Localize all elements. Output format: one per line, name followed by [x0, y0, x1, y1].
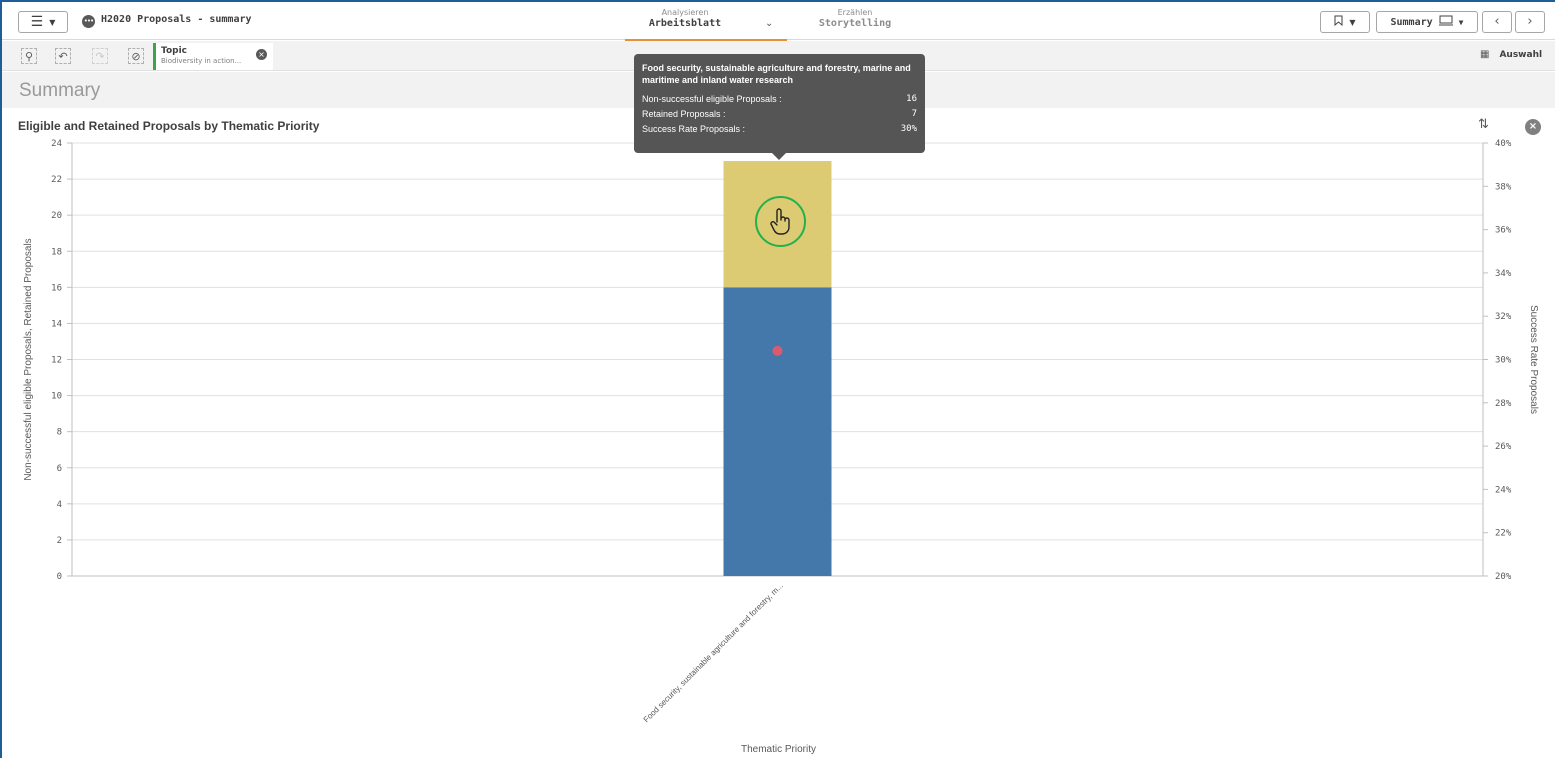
- y2-tick-label: 38%: [1495, 182, 1512, 192]
- y2-tick-label: 28%: [1495, 399, 1512, 409]
- y-tick-label: 4: [57, 500, 62, 510]
- bar-non-successful: [723, 287, 832, 576]
- y-tick-label: 24: [51, 139, 62, 149]
- y2-tick-label: 20%: [1495, 572, 1512, 582]
- tooltip-row-label: Retained Proposals :: [642, 109, 726, 119]
- y-tick-label: 18: [51, 247, 62, 257]
- y2-tick-label: 26%: [1495, 442, 1512, 452]
- y2-tick-label: 24%: [1495, 485, 1512, 495]
- y-tick-label: 0: [57, 572, 62, 582]
- y-tick-label: 22: [51, 175, 62, 185]
- x-axis-title: Thematic Priority: [741, 744, 816, 755]
- tooltip-row: Success Rate Proposals : 30%: [642, 122, 917, 137]
- y-tick-label: 6: [57, 464, 62, 474]
- tooltip-row-value: 16: [906, 94, 917, 104]
- tooltip-title: Food security, sustainable agriculture a…: [642, 63, 911, 85]
- y2-axis-title: Success Rate Proposals: [1528, 305, 1539, 414]
- tooltip-row-value: 30%: [900, 124, 917, 134]
- y2-tick-label: 32%: [1495, 312, 1512, 322]
- y-tick-label: 14: [51, 319, 62, 329]
- tooltip-row: Retained Proposals : 7: [642, 107, 917, 122]
- y-tick-label: 10: [51, 392, 62, 402]
- y2-tick-label: 22%: [1495, 529, 1512, 539]
- y-tick-label: 16: [51, 283, 62, 293]
- y2-tick-label: 36%: [1495, 226, 1512, 236]
- tooltip-row-label: Success Rate Proposals :: [642, 124, 746, 134]
- y-tick-label: 20: [51, 211, 62, 221]
- tooltip-row: Non-successful eligible Proposals : 16: [642, 92, 917, 107]
- y-axis-title: Non-successful eligible Proposals, Retai…: [23, 238, 34, 480]
- y-tick-label: 2: [57, 536, 62, 546]
- y-tick-label: 8: [57, 428, 62, 438]
- chart-tooltip: Food security, sustainable agriculture a…: [634, 54, 925, 160]
- y2-tick-label: 34%: [1495, 269, 1512, 279]
- tooltip-row-value: 7: [911, 109, 917, 119]
- x-tick-label: Food security, sustainable agriculture a…: [642, 581, 785, 724]
- y2-tick-label: 30%: [1495, 356, 1512, 366]
- y2-tick-label: 40%: [1495, 139, 1512, 149]
- pointer-hand-icon: [755, 196, 806, 247]
- y-tick-label: 12: [51, 356, 62, 366]
- success-rate-point: [772, 345, 783, 356]
- tooltip-row-label: Non-successful eligible Proposals :: [642, 94, 782, 104]
